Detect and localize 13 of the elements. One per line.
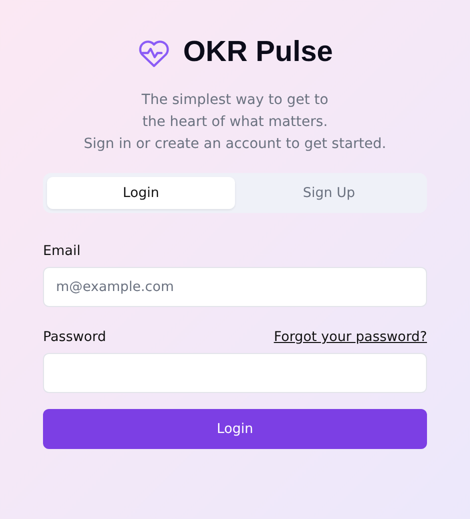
forgot-password-link[interactable]: Forgot your password? — [274, 329, 427, 345]
password-field[interactable] — [43, 353, 427, 393]
heart-pulse-icon — [137, 38, 172, 68]
email-field[interactable]: m@example.com — [43, 267, 427, 307]
tagline-text: The simplest way to get to — [142, 91, 328, 110]
password-label: Password — [43, 329, 106, 345]
auth-tab[interactable]: Login — [47, 177, 235, 209]
email-label: Email — [43, 243, 80, 259]
auth-tab[interactable]: Sign Up — [235, 177, 423, 209]
app-name: OKR Pulse — [183, 36, 333, 69]
tagline-text: the heart of what matters. — [142, 113, 328, 132]
login-button[interactable]: Login — [43, 409, 427, 449]
tagline-text: Sign in or create an account to get started. — [84, 135, 386, 154]
